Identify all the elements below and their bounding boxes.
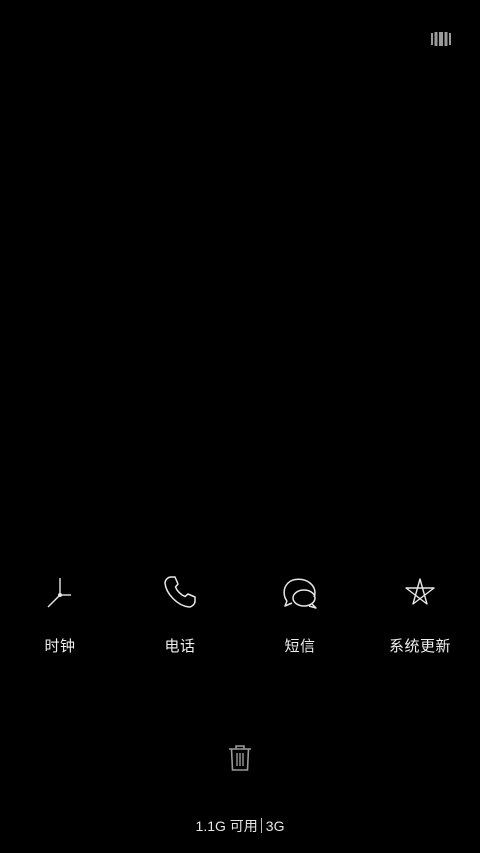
recents-menu-icon[interactable]	[431, 31, 451, 46]
app-label-messages: 短信	[284, 637, 316, 655]
memory-separator	[260, 818, 262, 833]
memory-status: 1.1G 可用 3G	[0, 816, 480, 836]
clock-icon	[42, 574, 78, 610]
app-system-update[interactable]: 系统更新	[360, 572, 480, 662]
app-clock[interactable]: 时钟	[0, 572, 120, 662]
memory-total: 3G	[265, 818, 285, 834]
message-icon	[282, 574, 318, 610]
app-label-system-update: 系统更新	[388, 637, 451, 655]
app-label-clock: 时钟	[44, 637, 76, 655]
recent-apps-dock: 时钟 电话 短信 系统更新	[0, 572, 480, 662]
app-phone[interactable]: 电话	[120, 572, 240, 662]
clear-all-button[interactable]	[228, 745, 252, 771]
app-label-phone: 电话	[164, 637, 196, 655]
memory-available: 1.1G 可用	[195, 818, 258, 834]
trash-icon	[229, 745, 251, 771]
phone-icon	[162, 574, 198, 610]
app-messages[interactable]: 短信	[240, 572, 360, 662]
star-icon	[402, 574, 438, 610]
